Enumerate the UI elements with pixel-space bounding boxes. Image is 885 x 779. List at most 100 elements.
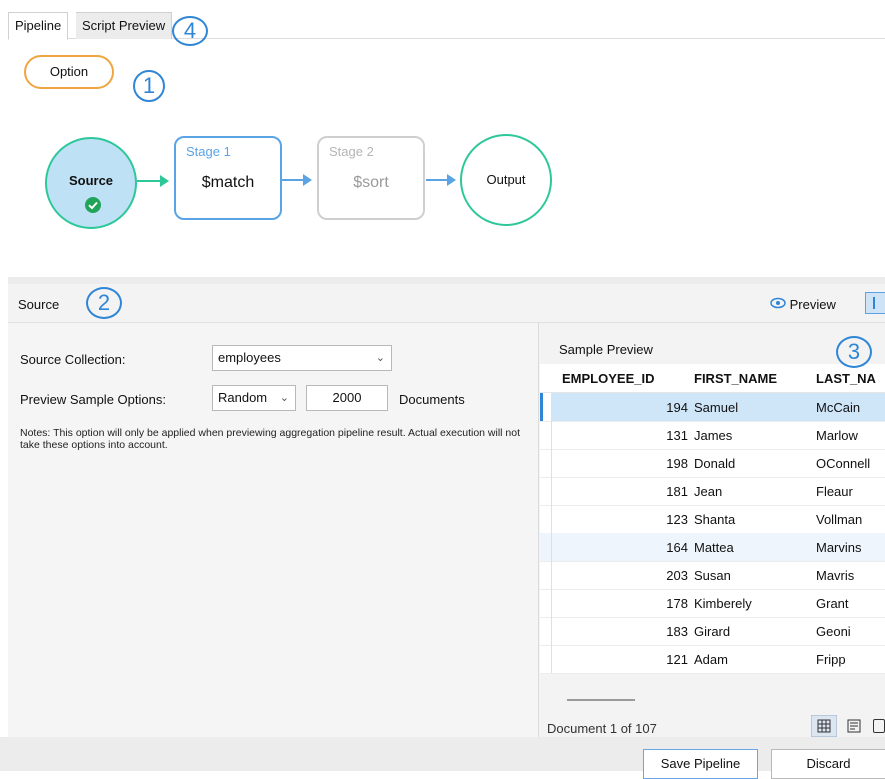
stage-1-node[interactable]: Stage 1 $match — [174, 136, 282, 220]
sample-preview-title: Sample Preview — [559, 342, 653, 357]
table-cell: Geoni — [816, 624, 851, 639]
grid-view-button[interactable] — [811, 715, 837, 737]
arrow-source-stage1 — [137, 175, 169, 187]
table-cell: James — [694, 428, 733, 443]
row-selector[interactable] — [540, 617, 552, 645]
row-selector[interactable] — [540, 533, 552, 561]
grid-icon — [817, 719, 831, 733]
table-row[interactable]: 164 Mattea Marvins — [540, 533, 885, 562]
table-cell: Kimberely — [694, 596, 752, 611]
table-cell: Samuel — [694, 400, 739, 415]
horizontal-scrollbar[interactable] — [567, 699, 635, 701]
row-selector[interactable] — [540, 393, 552, 421]
column-header[interactable]: EMPLOYEE_ID — [562, 371, 654, 386]
column-header[interactable]: FIRST_NAME — [694, 371, 777, 386]
source-collection-select[interactable]: employees ⌄ — [212, 345, 392, 371]
notes-text: Notes: This option will only be applied … — [20, 427, 521, 451]
source-panel-title: Source — [18, 297, 60, 312]
source-collection-label: Source Collection: — [20, 352, 126, 367]
table-cell: Marlow — [816, 428, 858, 443]
output-node-label: Output — [486, 172, 526, 187]
table-row[interactable]: 194 Samuel McCain — [540, 393, 885, 422]
eye-icon — [770, 297, 786, 312]
callout-1: 1 — [133, 70, 165, 102]
save-pipeline-button[interactable]: Save Pipeline — [643, 749, 758, 779]
splitter[interactable] — [8, 277, 885, 284]
source-node-label: Source — [68, 173, 114, 188]
table-row[interactable]: 203 Susan Mavris — [540, 561, 885, 590]
table-cell: 178 — [666, 596, 688, 611]
preview-label: Preview — [789, 297, 836, 313]
stage-1-op: $match — [201, 174, 255, 191]
form-view-icon — [847, 719, 861, 733]
bottom-action-bar: Save Pipeline Discard — [0, 737, 885, 779]
table-row[interactable]: 183 Girard Geoni — [540, 617, 885, 646]
table-cell: 183 — [666, 624, 688, 639]
sample-mode-select[interactable]: Random ⌄ — [212, 385, 296, 411]
source-header: Source Preview — [8, 284, 885, 323]
table-cell: 198 — [666, 456, 688, 471]
tab-script-preview[interactable]: Script Preview — [76, 12, 173, 39]
stage-2-op: $sort — [353, 174, 389, 191]
arrow-stage1-stage2 — [282, 174, 312, 186]
preview-toggle[interactable]: Preview — [770, 296, 836, 312]
table-cell: 164 — [666, 540, 688, 555]
table-row[interactable]: 123 Shanta Vollman — [540, 505, 885, 534]
row-selector[interactable] — [540, 421, 552, 449]
table-cell: Grant — [816, 596, 849, 611]
document-count-status: Document 1 of 107 — [547, 721, 657, 736]
table-cell: 121 — [666, 652, 688, 667]
source-node[interactable]: Source — [45, 137, 137, 229]
documents-label: Documents — [399, 392, 465, 407]
grid-header: EMPLOYEE_ID FIRST_NAME LAST_NA — [540, 364, 885, 393]
callout-2: 2 — [86, 287, 122, 319]
row-selector[interactable] — [540, 561, 552, 589]
table-row[interactable]: 198 Donald OConnell — [540, 449, 885, 478]
tab-pipeline[interactable]: Pipeline — [8, 12, 69, 40]
table-cell: 131 — [666, 428, 688, 443]
table-cell: 181 — [666, 484, 688, 499]
table-cell: Adam — [694, 652, 728, 667]
table-cell: Mattea — [694, 540, 734, 555]
option-button[interactable]: Option — [24, 55, 114, 89]
callout-4: 4 — [172, 16, 208, 46]
table-cell: McCain — [816, 400, 861, 415]
sample-preview-panel: Sample Preview EMPLOYEE_ID FIRST_NAME LA… — [538, 323, 885, 737]
row-selector[interactable] — [540, 589, 552, 617]
table-row[interactable]: 181 Jean Fleaur — [540, 477, 885, 506]
sample-mode-value: Random — [218, 390, 268, 405]
stage-1-label: Stage 1 — [186, 144, 231, 159]
stage-2-node[interactable]: Stage 2 $sort — [317, 136, 425, 220]
tab-bar: Pipeline Script Preview — [8, 0, 885, 40]
callout-3: 3 — [836, 336, 872, 368]
output-node[interactable]: Output — [460, 134, 552, 226]
table-row[interactable]: 121 Adam Fripp — [540, 645, 885, 674]
arrow-stage2-output — [426, 174, 456, 186]
discard-button[interactable]: Discard — [771, 749, 885, 779]
panel-layout-button[interactable] — [865, 292, 885, 314]
table-cell: Vollman — [816, 512, 863, 527]
stage-2-label: Stage 2 — [329, 144, 374, 159]
table-cell: 194 — [666, 400, 688, 415]
table-row[interactable]: 178 Kimberely Grant — [540, 589, 885, 618]
row-selector[interactable] — [540, 505, 552, 533]
table-row[interactable]: 131 James Marlow — [540, 421, 885, 450]
row-selector[interactable] — [540, 449, 552, 477]
table-cell: Susan — [694, 568, 731, 583]
sample-options-label: Preview Sample Options: — [20, 392, 166, 407]
table-cell: Jean — [694, 484, 723, 499]
form-view-button[interactable] — [845, 717, 863, 735]
sample-count-input[interactable]: 2000 — [306, 385, 388, 411]
text-view-icon[interactable] — [873, 719, 885, 733]
chevron-down-icon: ⌄ — [375, 352, 385, 364]
column-header[interactable]: LAST_NA — [816, 371, 876, 386]
check-icon — [85, 197, 101, 213]
table-cell: Mavris — [816, 568, 855, 583]
table-cell: Donald — [694, 456, 736, 471]
table-cell: Fripp — [816, 652, 846, 667]
row-selector[interactable] — [540, 645, 552, 673]
table-cell: 123 — [666, 512, 688, 527]
row-selector[interactable] — [540, 477, 552, 505]
table-cell: Shanta — [694, 512, 736, 527]
table-cell: Fleaur — [816, 484, 853, 499]
